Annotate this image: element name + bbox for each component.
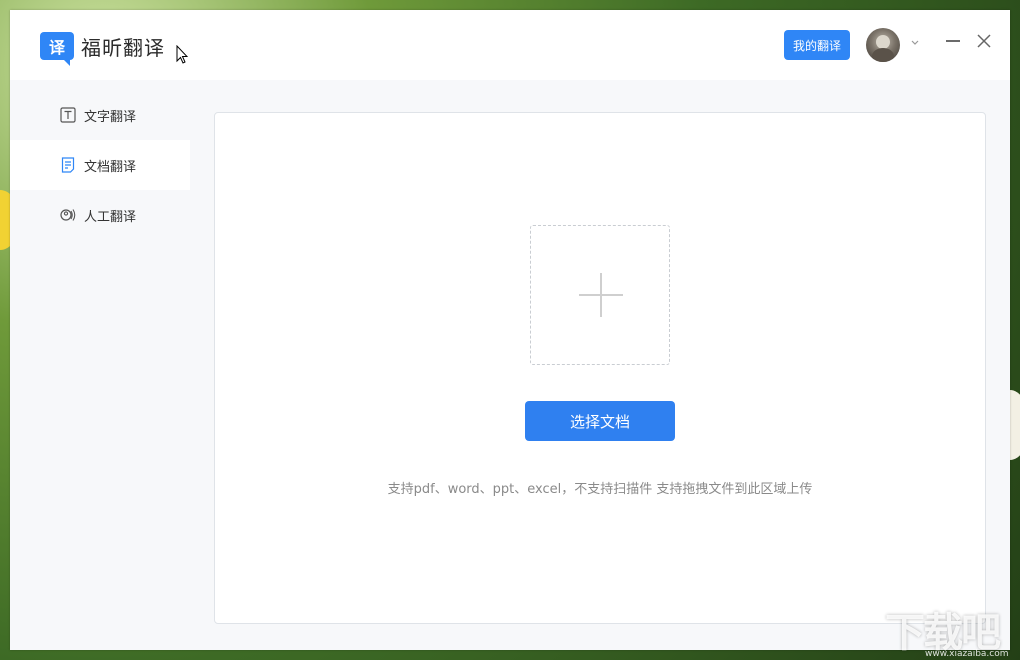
select-document-button[interactable]: 选择文档 (525, 401, 675, 441)
user-avatar[interactable] (866, 28, 900, 62)
sidebar-item-label: 人工翻译 (84, 210, 137, 225)
sidebar-item-label: 文档翻译 (84, 160, 137, 175)
sidebar-item-text-translate[interactable]: 文字翻译 (10, 90, 190, 140)
mouse-cursor-icon (176, 45, 188, 64)
sidebar-item-human-translate[interactable]: 人工翻译 (10, 190, 190, 240)
sidebar: 文字翻译 文档翻译 人工翻译 (10, 80, 190, 650)
minimize-button[interactable] (946, 40, 960, 42)
app-logo-icon: 译 (40, 32, 74, 66)
sidebar-item-document-translate[interactable]: 文档翻译 (10, 140, 190, 190)
app-title: 福昕翻译 (81, 36, 165, 60)
upload-dropzone[interactable] (530, 225, 670, 365)
main-content: 选择文档 支持pdf、word、ppt、excel，不支持扫描件 支持拖拽文件到… (190, 80, 1010, 650)
my-translations-button[interactable]: 我的翻译 (784, 30, 850, 60)
app-window: 译 福昕翻译 我的翻译 文字翻译 文档翻译 人工翻译 选择文档 支持pdf、wo… (10, 10, 1010, 650)
document-icon (61, 157, 75, 173)
plus-icon (600, 273, 602, 317)
upload-panel[interactable]: 选择文档 支持pdf、word、ppt、excel，不支持扫描件 支持拖拽文件到… (214, 112, 986, 624)
title-bar: 译 福昕翻译 我的翻译 (10, 10, 1010, 80)
human-voice-icon (60, 209, 76, 221)
watermark-url: www.xiazaiba.com (925, 649, 1009, 659)
sidebar-item-label: 文字翻译 (84, 110, 137, 125)
logo-char: 译 (48, 38, 65, 57)
upload-hint-text: 支持pdf、word、ppt、excel，不支持扫描件 支持拖拽文件到此区域上传 (387, 482, 813, 497)
chevron-down-icon[interactable] (910, 38, 920, 48)
text-icon (60, 107, 76, 123)
close-icon[interactable] (976, 33, 992, 49)
